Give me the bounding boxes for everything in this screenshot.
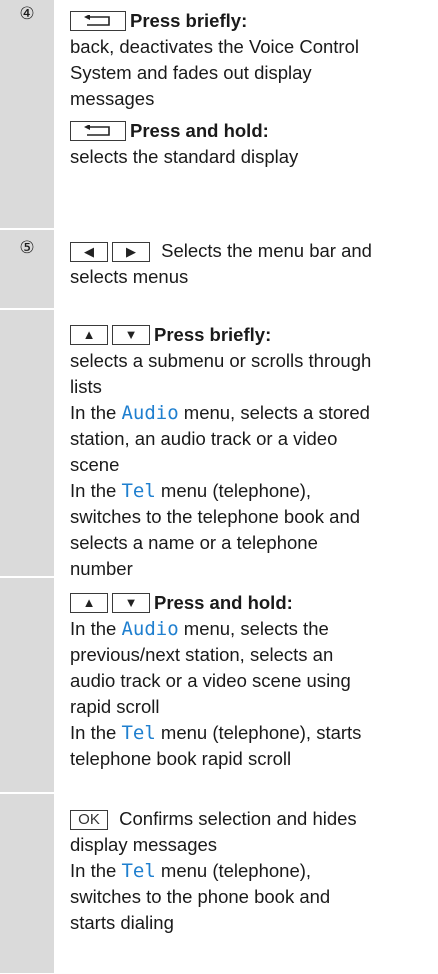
down-triangle-icon: ▼ [124,327,138,342]
down-triangle-icon: ▼ [124,595,138,610]
text-line: System and fades out display [70,62,312,83]
tel-menu-term: Tel [121,480,156,502]
row-item-5: ⑤ ◀ ▶ Selects the menu bar and selects m… [0,229,438,309]
text-line: In the Audio menu, selects the [70,616,434,642]
updown-hold-content: ▲ ▼ Press and hold: In the Audio menu, s… [54,578,438,780]
heading-label: Press briefly: [154,324,272,345]
item-number-empty [0,794,54,798]
press-and-hold-heading: Press and hold: [70,118,434,144]
down-button: ▼ [112,325,150,345]
item-number-5: ⑤ [19,238,35,257]
text-segment: In the [70,618,117,639]
audio-menu-term: Audio [121,402,179,424]
text-line: display messages [70,834,218,855]
back-button [70,11,126,31]
right-button: ▶ [112,242,150,263]
right-triangle-icon: ▶ [126,244,136,260]
tel-menu-term: Tel [121,722,156,744]
row-updown-briefly: ▲ ▼ Press briefly: selects a submenu or … [0,309,438,579]
item-number-empty [0,310,54,314]
ok-content: OK Confirms selection and hides display … [54,794,438,944]
text-line: selects the standard display [70,146,299,167]
heading-label: Press briefly: [130,10,248,31]
heading-label: Press and hold: [130,120,269,141]
item-4-content: Press briefly: back, deactivates the Voi… [54,0,438,178]
text-segment: menu (telephone), starts [160,722,362,743]
text-line: In the Tel menu (telephone), [70,858,434,884]
back-arrow-icon [84,125,110,136]
text-line: OK Confirms selection and hides [70,806,434,832]
updown-briefly-content: ▲ ▼ Press briefly: selects a submenu or … [54,310,438,590]
tel-menu-term: Tel [121,860,156,882]
up-down-keys: ▲ ▼ [70,325,150,345]
ok-description: Confirms selection and hides [119,808,357,829]
text-line: audio track or a video scene using [70,670,351,691]
text-line: previous/next station, selects an [70,644,334,665]
row-item-4: ④ Press briefly: back, deactivates the V… [0,0,438,229]
ok-button: OK [70,810,108,831]
text-line: starts dialing [70,912,174,933]
text-line: switches to the phone book and [70,886,331,907]
back-arrow-icon [84,15,110,26]
text-line: In the Audio menu, selects a stored [70,400,434,426]
press-briefly-heading: Press briefly: [70,8,434,34]
item-number-4: ④ [19,4,35,23]
row-ok: OK Confirms selection and hides display … [0,793,438,974]
heading-label: Press and hold: [154,592,293,613]
text-line: switches to the telephone book and [70,506,361,527]
text-line: scene [70,454,120,475]
left-right-keys: ◀ ▶ [70,242,150,263]
down-button: ▼ [112,593,150,613]
text-line: ◀ ▶ Selects the menu bar and [70,238,434,264]
up-button: ▲ [70,593,108,613]
text-line: station, an audio track or a video [70,428,338,449]
text-line: lists [70,376,102,397]
left-right-description: Selects the menu bar and [161,240,372,261]
row-updown-hold: ▲ ▼ Press and hold: In the Audio menu, s… [0,577,438,793]
up-down-keys: ▲ ▼ [70,593,150,613]
text-line: rapid scroll [70,696,160,717]
press-briefly-heading: ▲ ▼ Press briefly: [70,322,434,348]
text-line: selects a name or a telephone [70,532,318,553]
text-line: selects a submenu or scrolls through [70,350,372,371]
left-button: ◀ [70,242,108,263]
audio-menu-term: Audio [121,618,179,640]
text-segment: menu, selects the [183,618,329,639]
text-segment: In the [70,722,117,743]
up-triangle-icon: ▲ [82,595,96,610]
text-line: back, deactivates the Voice Control [70,36,359,57]
text-segment: menu (telephone), [160,480,312,501]
text-segment: menu, selects a stored [183,402,370,423]
back-button [70,121,126,141]
text-line: In the Tel menu (telephone), starts [70,720,434,746]
text-line: selects menus [70,266,189,287]
item-number-empty [0,578,54,582]
text-segment: In the [70,860,117,881]
left-triangle-icon: ◀ [84,244,94,260]
text-segment: menu (telephone), [160,860,312,881]
item-5-content: ◀ ▶ Selects the menu bar and selects men… [54,230,438,298]
up-button: ▲ [70,325,108,345]
press-and-hold-heading: ▲ ▼ Press and hold: [70,590,434,616]
text-line: In the Tel menu (telephone), [70,478,434,504]
text-line: telephone book rapid scroll [70,748,292,769]
text-segment: In the [70,480,117,501]
text-line: messages [70,88,155,109]
manual-page: ④ Press briefly: back, deactivates the V… [0,0,438,973]
up-triangle-icon: ▲ [82,327,96,342]
text-segment: In the [70,402,117,423]
